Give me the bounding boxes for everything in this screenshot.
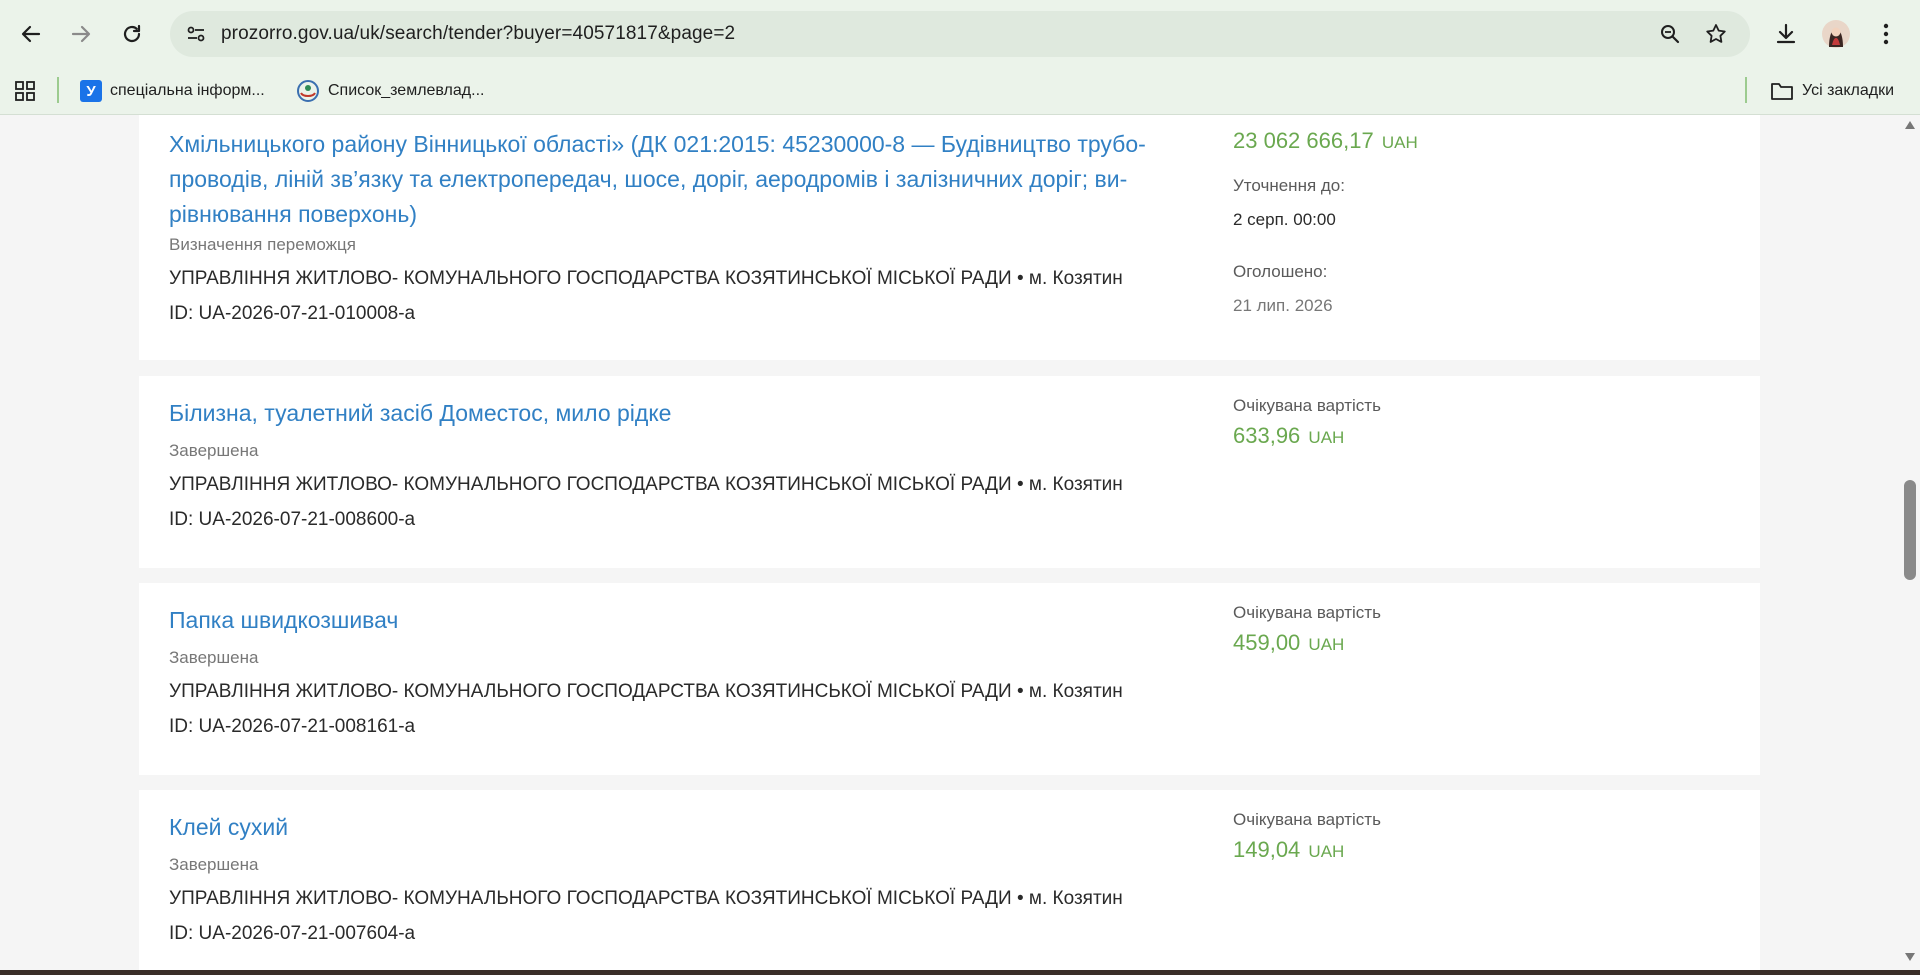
amount-value: 459,00 [1233, 630, 1301, 655]
scroll-thumb[interactable] [1904, 480, 1916, 580]
currency: UAH [1308, 635, 1345, 654]
scroll-down-arrow-icon[interactable] [1905, 953, 1915, 961]
tender-id: ID: UA-2026-07-21-007604-a [169, 923, 416, 944]
tender-title-link[interactable]: Білизна, туалетний засіб Доместос, мило … [169, 396, 1189, 431]
tender-status: Завершена [169, 441, 259, 460]
amount-value: 23 062 666,17 [1233, 128, 1374, 153]
wikimedia-globe-icon [297, 80, 319, 102]
avatar-icon [1822, 20, 1850, 48]
folder-icon [1771, 83, 1793, 100]
apps-button[interactable] [14, 76, 36, 106]
all-bookmarks-label: Усі закладки [1802, 82, 1895, 99]
tender-buyer: УПРАВЛІННЯ ЖИТЛОВО- КОМУНАЛЬНОГО ГОСПОДА… [169, 888, 1123, 909]
amount-value: 633,96 [1233, 423, 1301, 448]
tender-buyer: УПРАВЛІННЯ ЖИТЛОВО- КОМУНАЛЬНОГО ГОСПОДА… [169, 681, 1123, 702]
expected-value-label: Очікувана вартість [1233, 603, 1381, 622]
bookmark-land-owners[interactable]: Список_землевлад... [296, 76, 484, 106]
bookmark-label: Список_землевлад... [328, 82, 485, 99]
tender-card: Білизна, туалетний засіб Доместос, мило … [139, 376, 1760, 568]
tender-card: Клей сухий Завершена УПРАВЛІННЯ ЖИТЛОВО-… [139, 790, 1760, 970]
address-bar[interactable]: prozorro.gov.ua/uk/search/tender?buyer=4… [170, 11, 1750, 57]
currency: UAH [1308, 428, 1345, 447]
currency: UAH [1308, 842, 1345, 861]
scroll-up-arrow-icon[interactable] [1905, 121, 1915, 129]
reload-button[interactable] [114, 16, 150, 52]
all-bookmarks-button[interactable]: Усі закладки [1770, 76, 1894, 106]
tender-amount: 633,96 UAH [1233, 423, 1344, 449]
amount-value: 149,04 [1233, 837, 1301, 862]
tender-amount: 23 062 666,17 UAH [1233, 128, 1418, 154]
reload-icon [123, 24, 141, 43]
url-text[interactable]: prozorro.gov.ua/uk/search/tender?buyer=4… [221, 23, 735, 45]
tender-buyer: УПРАВЛІННЯ ЖИТЛОВО- КОМУНАЛЬНОГО ГОСПОДА… [169, 268, 1123, 289]
tender-amount: 149,04 UAH [1233, 837, 1344, 863]
tender-card: Папка швидкозшивач Завершена УПРАВЛІННЯ … [139, 583, 1760, 775]
tender-status: Визначення переможця [169, 235, 356, 254]
bookmarks-bar: У спеціальна інформ... Список_землевлад.… [0, 68, 1920, 115]
forward-button[interactable] [63, 16, 99, 52]
tender-title-link[interactable]: Клей сухий [169, 810, 1189, 845]
tender-amount: 459,00 UAH [1233, 630, 1344, 656]
title-line[interactable]: рівнювання поверхонь) [169, 197, 1189, 232]
expected-value-label: Очікувана вартість [1233, 396, 1381, 415]
announced-date: 21 лип. 2026 [1233, 296, 1333, 315]
bookmark-star-icon[interactable] [1702, 20, 1730, 48]
back-arrow-icon [21, 25, 41, 43]
kebab-menu-icon [1883, 23, 1889, 45]
title-line[interactable]: проводів, ліній зв’язку та електропереда… [169, 162, 1189, 197]
tender-card: Хмільницького району Вінницької області»… [139, 115, 1760, 360]
page-scrollbar[interactable] [1900, 115, 1920, 970]
title-line[interactable]: Хмільницького району Вінницької області»… [169, 127, 1189, 162]
tender-id: ID: UA-2026-07-21-008600-a [169, 509, 416, 530]
bookmark-favicon-icon: У [80, 80, 102, 102]
tender-buyer: УПРАВЛІННЯ ЖИТЛОВО- КОМУНАЛЬНОГО ГОСПОДА… [169, 474, 1123, 495]
expected-value-label: Очікувана вартість [1233, 810, 1381, 829]
tender-status: Завершена [169, 648, 259, 667]
bookmark-separator [57, 77, 59, 103]
download-icon [1776, 23, 1796, 44]
back-button[interactable] [13, 16, 49, 52]
bookmark-special-info[interactable]: У спеціальна інформ... [80, 76, 265, 106]
site-settings-icon[interactable] [182, 20, 210, 48]
tender-id: ID: UA-2026-07-21-010008-a [169, 303, 416, 324]
profile-avatar[interactable] [1818, 16, 1854, 52]
clarification-date: 2 серп. 00:00 [1233, 210, 1336, 229]
taskbar-edge [0, 970, 1920, 975]
clarification-label: Уточнення до: [1233, 176, 1345, 195]
browser-menu-button[interactable] [1868, 16, 1904, 52]
tender-status: Завершена [169, 855, 259, 874]
tender-title-link[interactable]: Папка швидкозшивач [169, 603, 1189, 638]
currency: UAH [1381, 133, 1418, 152]
tender-id: ID: UA-2026-07-21-008161-a [169, 716, 416, 737]
downloads-button[interactable] [1768, 16, 1804, 52]
search-results-page: Хмільницького району Вінницької області»… [0, 115, 1900, 970]
browser-toolbar: prozorro.gov.ua/uk/search/tender?buyer=4… [0, 0, 1920, 68]
forward-arrow-icon [71, 25, 91, 43]
announced-label: Оголошено: [1233, 262, 1328, 281]
apps-grid-icon [15, 81, 35, 101]
bookmark-separator [1745, 77, 1747, 103]
zoom-icon[interactable] [1656, 20, 1684, 48]
bookmark-label: спеціальна інформ... [110, 82, 265, 99]
tender-title-link[interactable]: Хмільницького району Вінницької області»… [169, 127, 1189, 232]
